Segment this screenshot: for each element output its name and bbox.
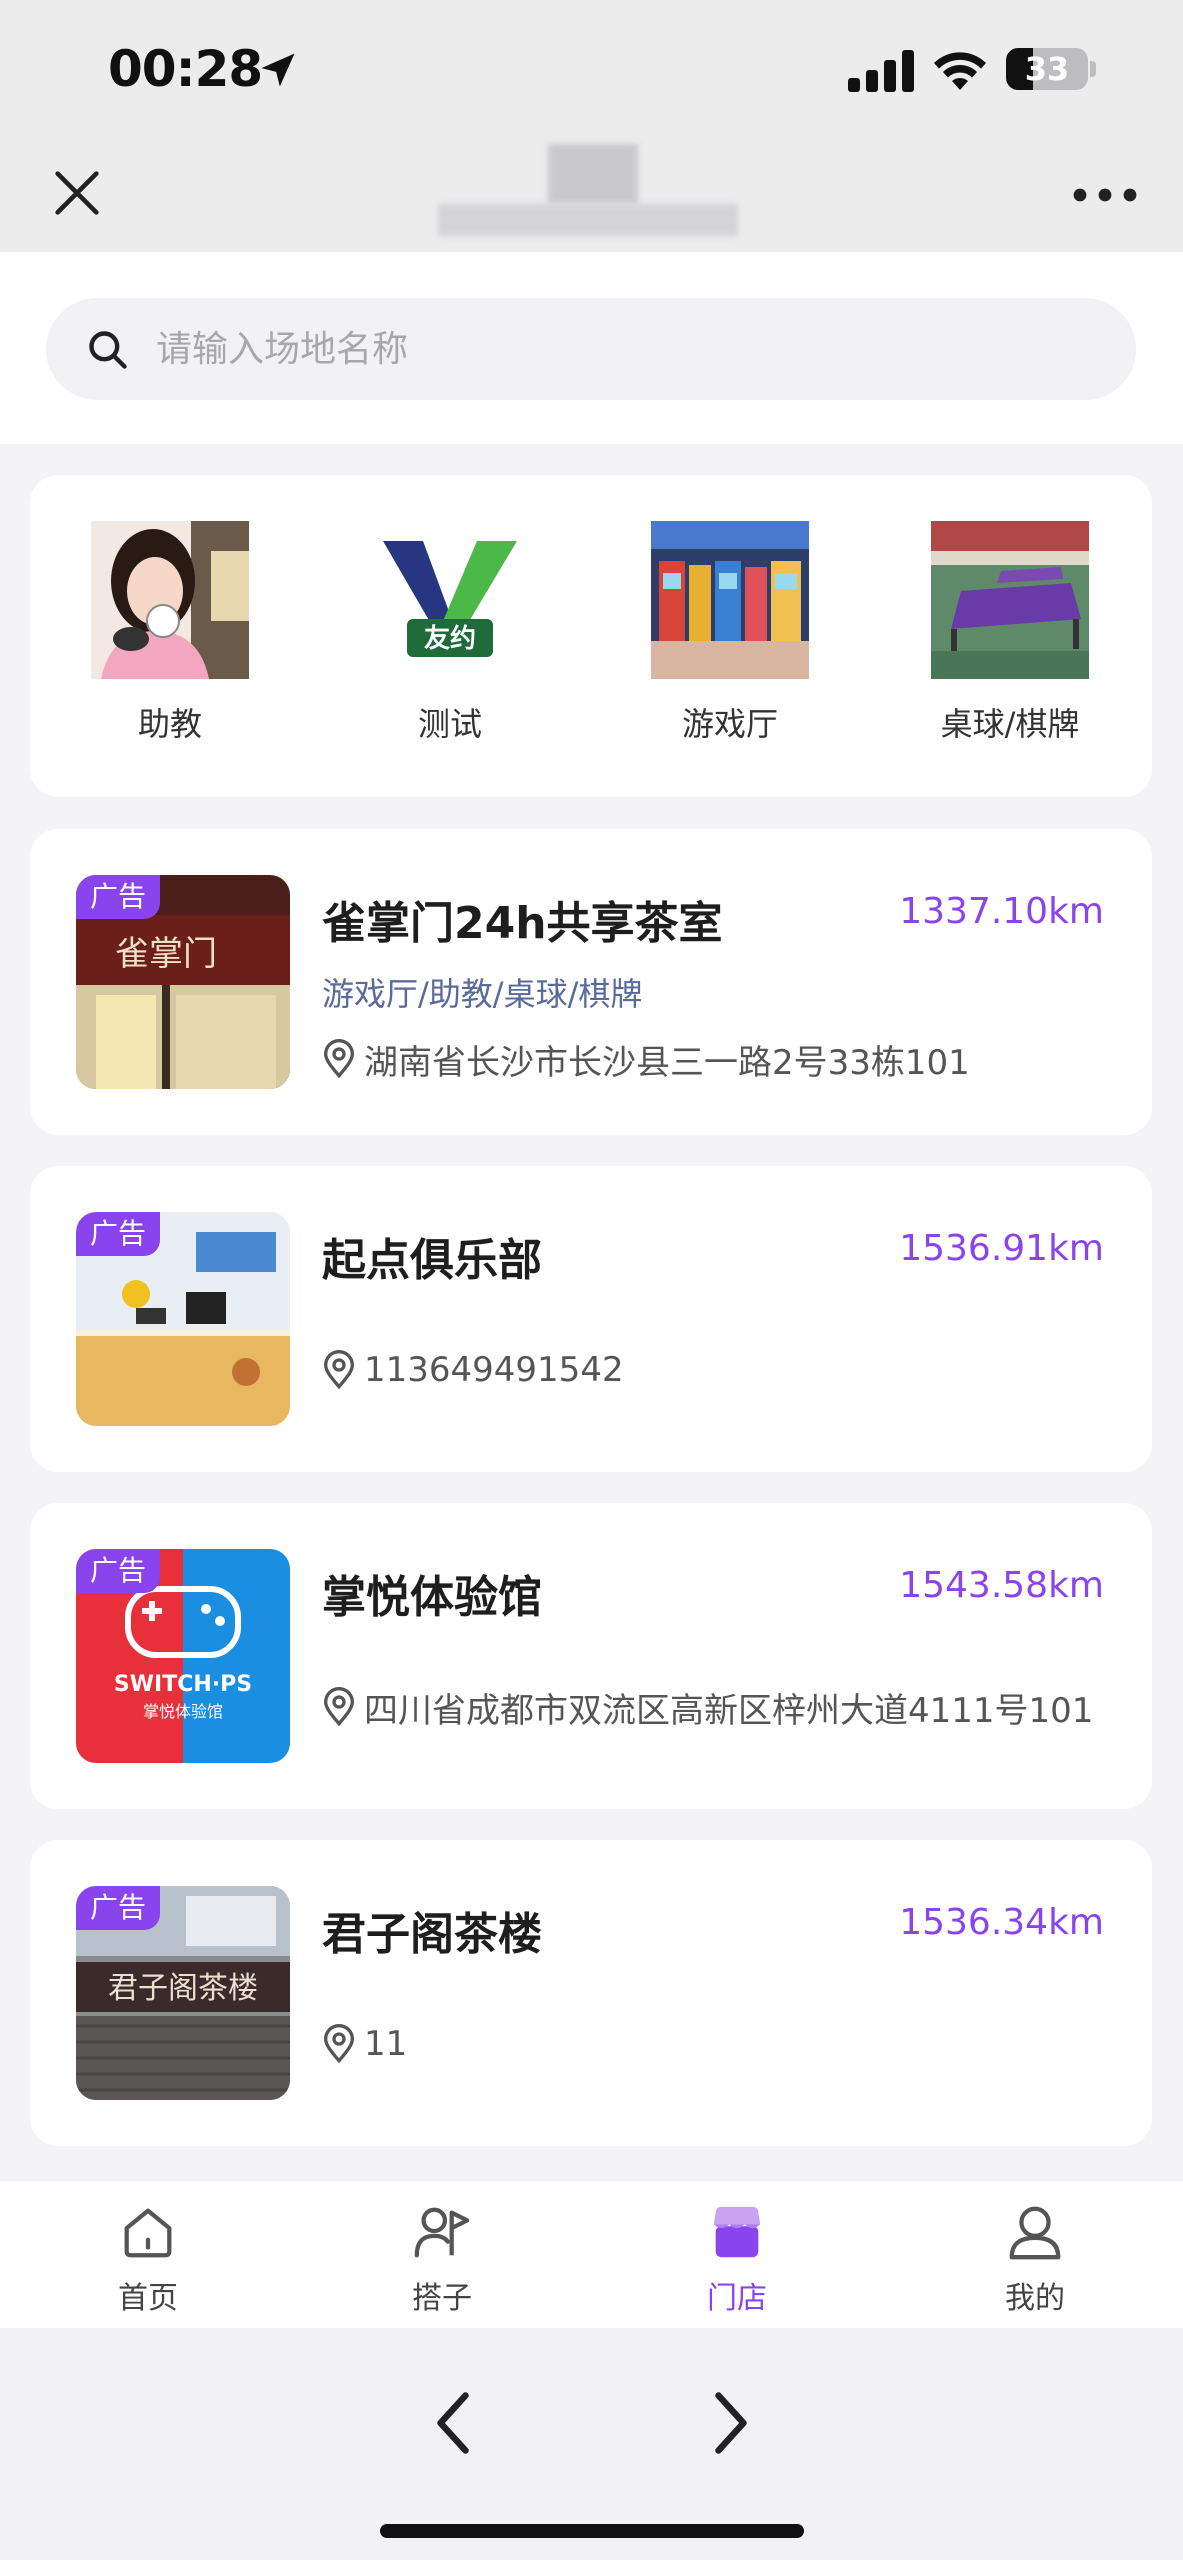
store-distance: 1536.91km (899, 1228, 1104, 1269)
arcade-photo-icon (651, 521, 809, 679)
home-icon (124, 2208, 172, 2258)
battery-indicator: 33 (1006, 48, 1088, 90)
store-name: 掌悦体验馆 (322, 1572, 542, 1623)
store-address-row: 四川省成都市双流区高新区梓州大道4111号101 (322, 1685, 1094, 1731)
status-time: 00:28 (108, 40, 263, 98)
store-address: 11 (364, 2024, 408, 2064)
store-address-row: 11 (322, 2022, 407, 2066)
top-area: 00:28 33 (0, 0, 1183, 252)
store-name: 君子阁茶楼 (322, 1909, 542, 1960)
store-icon (713, 2206, 761, 2258)
store-card[interactable]: 广告 起点俱乐部 1536.91km 113649491542 (30, 1166, 1152, 1472)
category-label: 测试 (417, 705, 482, 743)
store-tags: 游戏厅/助教/桌球/棋牌 (322, 975, 643, 1013)
cellular-signal-icon (848, 50, 914, 92)
store-distance: 1536.34km (899, 1902, 1104, 1943)
location-arrow-icon (261, 53, 295, 87)
store-thumb-text: 雀掌门 (115, 934, 217, 974)
store-address-row: 湖南省长沙市长沙县三一路2号33栋101 (322, 1037, 970, 1083)
wifi-icon (934, 52, 986, 90)
battery-nub (1090, 61, 1096, 77)
ad-badge: 广告 (76, 1886, 160, 1930)
title-bar (0, 140, 1183, 252)
tab-partner[interactable]: 搭子 (362, 2201, 522, 2319)
tab-store[interactable]: 门店 (657, 2201, 817, 2319)
store-card[interactable]: 广告 SWITCH·PS 掌悦体验馆 掌悦体验馆 1543.58km 四川省成都… (30, 1503, 1152, 1809)
store-thumb-subtext: 掌悦体验馆 (143, 1702, 223, 1721)
store-thumbnail: 广告 君子阁茶楼 (76, 1886, 290, 2100)
store-card[interactable]: 广告 雀掌门 雀掌门24h共享茶室 1337.10km 游戏厅/助教/桌球/棋牌… (30, 829, 1152, 1135)
store-distance: 1337.10km (899, 891, 1104, 932)
assistant-photo-icon (91, 521, 249, 679)
category-item-test[interactable]: 友约 测试 (370, 521, 530, 751)
home-indicator[interactable] (380, 2524, 804, 2538)
profile-icon (1009, 2206, 1061, 2260)
browser-nav-bar (0, 2328, 1183, 2560)
page-title-blurred (438, 144, 738, 236)
category-card: 助教 友约 测试 游戏厅 桌球/棋牌 (30, 475, 1152, 797)
more-options-button[interactable] (1070, 180, 1140, 210)
location-pin-icon (323, 2024, 355, 2064)
chevron-right-icon[interactable] (706, 2388, 756, 2458)
category-label: 游戏厅 (681, 705, 778, 743)
store-address: 湖南省长沙市长沙县三一路2号33栋101 (364, 1042, 970, 1083)
tab-label: 我的 (1005, 2281, 1065, 2316)
category-item-assistant[interactable]: 助教 (90, 521, 250, 751)
store-thumbnail: 广告 (76, 1212, 290, 1426)
status-bar: 00:28 33 (0, 0, 1183, 140)
store-address: 113649491542 (364, 1350, 624, 1390)
store-distance: 1543.58km (899, 1565, 1104, 1606)
search-input[interactable] (156, 298, 1096, 400)
close-button[interactable] (48, 164, 106, 222)
store-thumb-text: 君子阁茶楼 (108, 1971, 258, 2006)
category-label: 助教 (137, 705, 202, 743)
store-name: 雀掌门24h共享茶室 (322, 898, 723, 949)
tab-home[interactable]: 首页 (68, 2201, 228, 2319)
tab-profile[interactable]: 我的 (955, 2201, 1115, 2319)
ad-badge: 广告 (76, 1549, 160, 1593)
billiards-photo-icon (931, 521, 1089, 679)
category-item-arcade[interactable]: 游戏厅 (650, 521, 810, 751)
youyue-logo-icon: 友约 (371, 521, 529, 679)
battery-percent: 33 (1024, 50, 1070, 88)
store-address-row: 113649491542 (322, 1348, 624, 1392)
tab-label: 首页 (118, 2281, 178, 2316)
location-pin-icon (323, 1039, 355, 1079)
category-item-billiards[interactable]: 桌球/棋牌 (930, 521, 1090, 751)
search-box[interactable] (46, 298, 1136, 400)
store-thumbnail: 广告 雀掌门 (76, 875, 290, 1089)
search-icon (89, 331, 127, 369)
category-label: 桌球/棋牌 (940, 705, 1080, 743)
store-thumbnail: 广告 SWITCH·PS 掌悦体验馆 (76, 1549, 290, 1763)
location-pin-icon (323, 1687, 355, 1727)
svg-text:友约: 友约 (424, 623, 476, 654)
tab-label: 搭子 (412, 2281, 472, 2316)
chevron-left-icon[interactable] (428, 2388, 478, 2458)
store-name: 起点俱乐部 (322, 1235, 542, 1286)
store-address: 四川省成都市双流区高新区梓州大道4111号101 (364, 1690, 1094, 1731)
location-pin-icon (323, 1350, 355, 1390)
search-section (0, 252, 1183, 444)
tab-label: 门店 (707, 2281, 767, 2316)
ad-badge: 广告 (76, 1212, 160, 1256)
ad-badge: 广告 (76, 875, 160, 919)
bottom-tab-bar: 首页 搭子 门店 我的 (0, 2180, 1183, 2328)
store-card[interactable]: 广告 君子阁茶楼 君子阁茶楼 1536.34km 11 (30, 1840, 1152, 2146)
store-thumb-text: SWITCH·PS (114, 1672, 252, 1697)
partner-icon (414, 2207, 470, 2258)
